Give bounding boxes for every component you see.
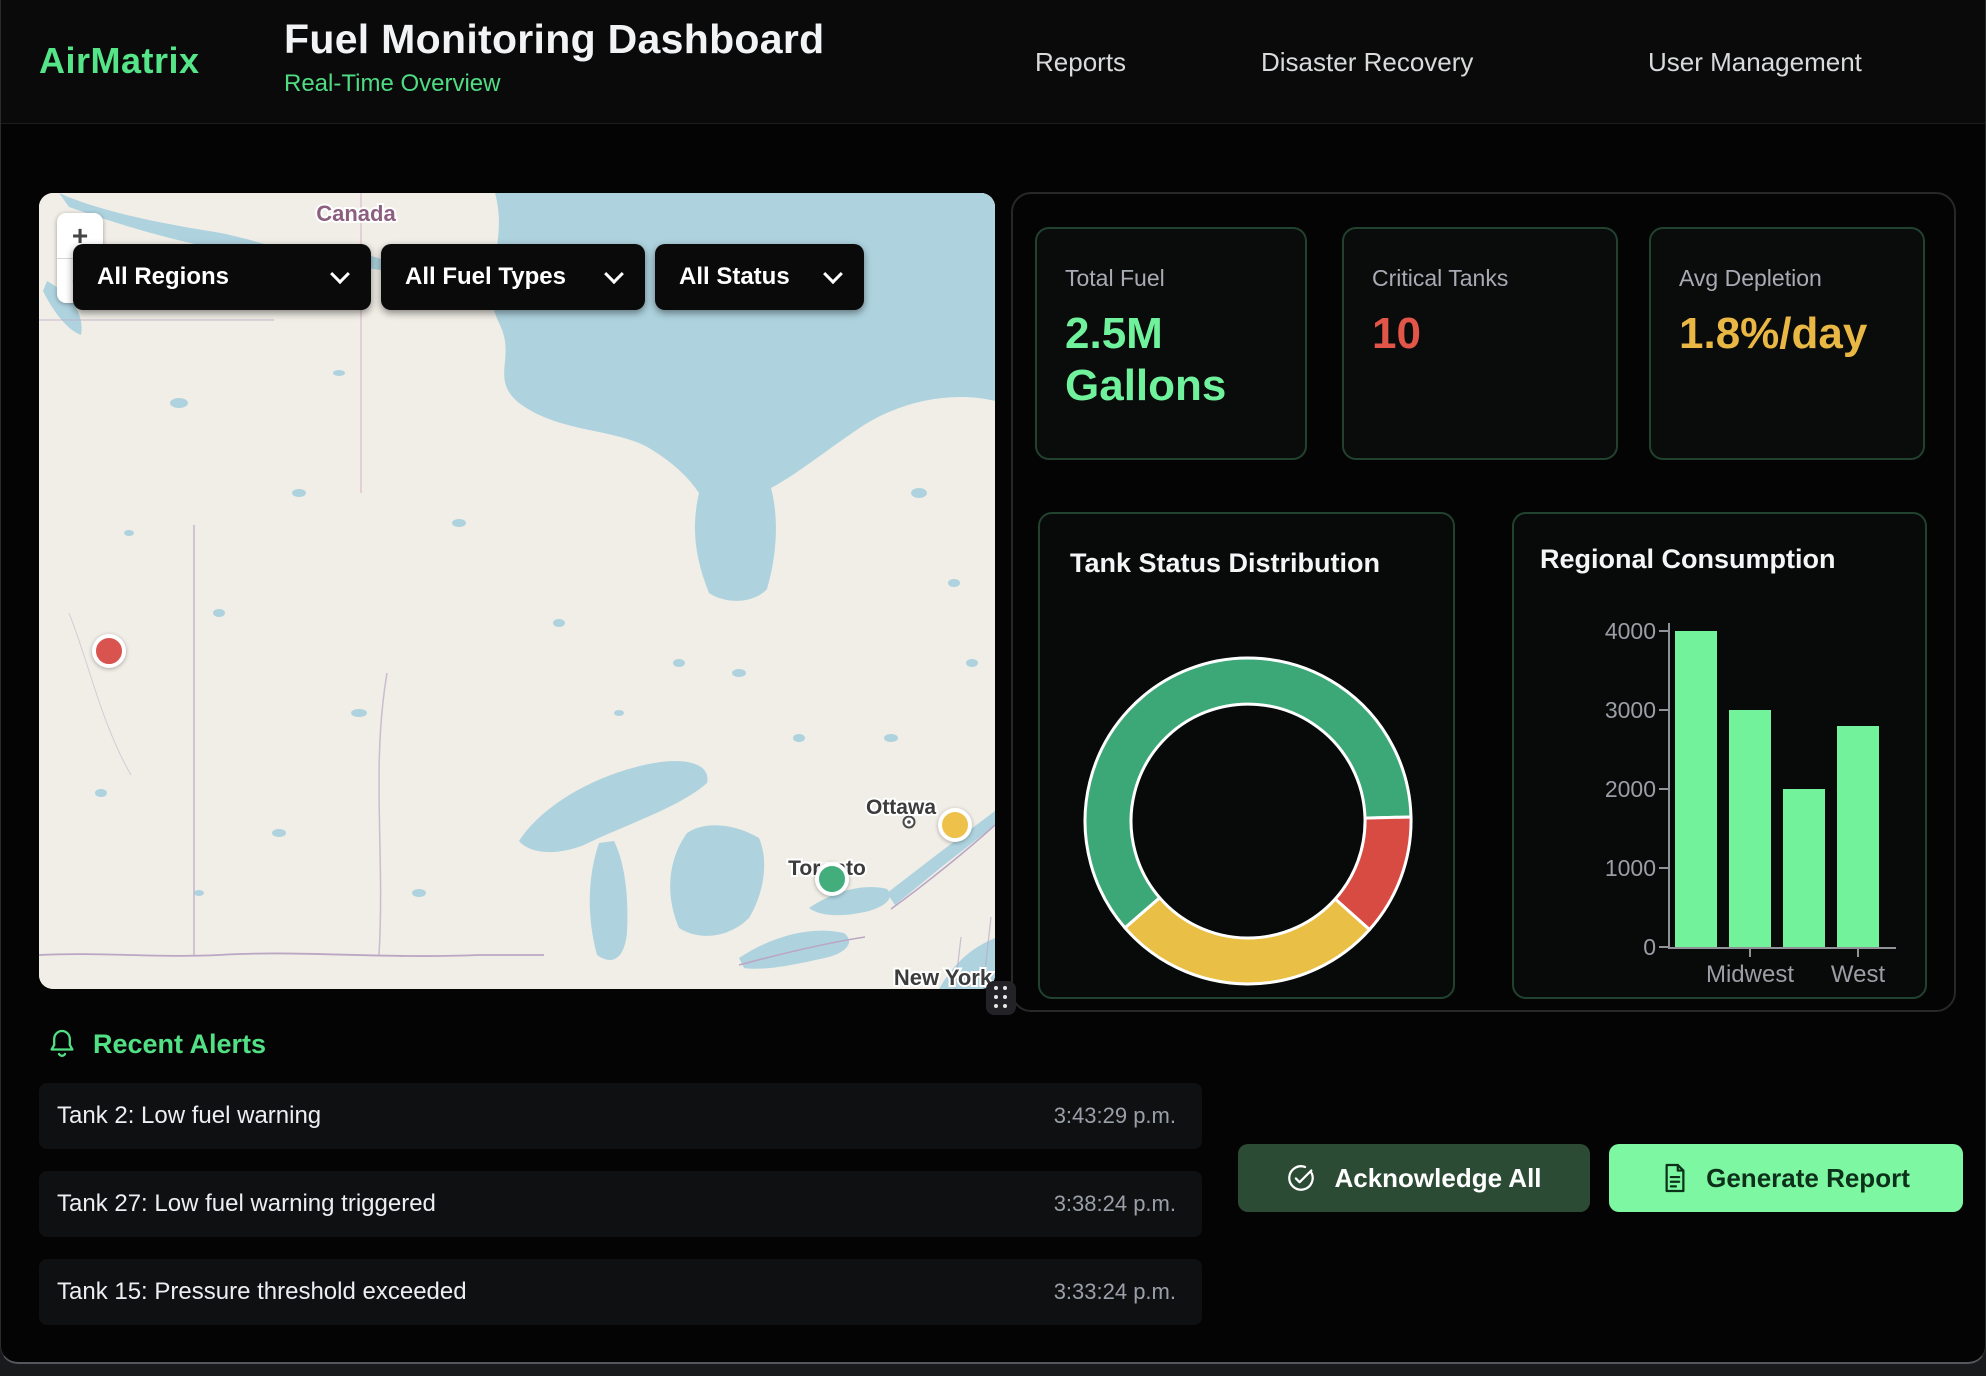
- alerts-heading: Recent Alerts: [93, 1029, 266, 1060]
- bar-chart-title: Regional Consumption: [1540, 544, 1835, 575]
- alert-time: 3:33:24 p.m.: [1054, 1279, 1176, 1305]
- y-tick-mark: [1659, 867, 1668, 869]
- bar-West: [1837, 726, 1879, 947]
- bar-Midwest: [1729, 710, 1771, 947]
- alert-message: Tank 2: Low fuel warning: [57, 1102, 321, 1130]
- country-label-canada: Canada: [316, 201, 396, 226]
- alerts-header: Recent Alerts: [47, 1028, 266, 1060]
- alert-row[interactable]: Tank 15: Pressure threshold exceeded 3:3…: [39, 1259, 1202, 1325]
- alert-row[interactable]: Tank 27: Low fuel warning triggered 3:38…: [39, 1171, 1202, 1237]
- chevron-down-icon: [823, 264, 843, 284]
- regional-consumption-card: Regional Consumption 01000200030004000Mi…: [1512, 512, 1927, 999]
- map-filters: All Regions All Fuel Types All Status: [73, 244, 864, 310]
- alert-time: 3:38:24 p.m.: [1054, 1191, 1176, 1217]
- file-text-icon: [1662, 1163, 1688, 1193]
- tank-marker-warning[interactable]: [938, 808, 972, 842]
- overview-panel: Total Fuel 2.5M Gallons Critical Tanks 1…: [1011, 192, 1956, 1012]
- alert-message: Tank 15: Pressure threshold exceeded: [57, 1278, 467, 1306]
- stat-card-critical-tanks: Critical Tanks 10: [1342, 227, 1618, 460]
- stat-label: Total Fuel: [1065, 265, 1277, 292]
- title-block: Fuel Monitoring Dashboard Real-Time Over…: [284, 16, 824, 98]
- region-filter-value: All Regions: [97, 263, 229, 291]
- stat-label: Avg Depletion: [1679, 265, 1895, 292]
- brand-logo[interactable]: AirMatrix: [39, 40, 200, 82]
- stat-value-avg-depletion: 1.8%/​day: [1679, 308, 1895, 360]
- y-tick-mark: [1659, 709, 1668, 711]
- x-tick-mark: [1857, 949, 1859, 957]
- y-tick-mark: [1659, 788, 1668, 790]
- tank-marker-critical[interactable]: [92, 634, 126, 668]
- generate-report-label: Generate Report: [1706, 1163, 1910, 1194]
- x-axis: [1668, 947, 1896, 949]
- chevron-down-icon: [604, 264, 624, 284]
- bar-series-3: [1783, 789, 1825, 947]
- nav-disaster-recovery[interactable]: Disaster Recovery: [1261, 47, 1473, 78]
- status-filter-value: All Status: [679, 263, 790, 291]
- app-frame: AirMatrix Fuel Monitoring Dashboard Real…: [0, 0, 1986, 1364]
- generate-report-button[interactable]: Generate Report: [1609, 1144, 1963, 1212]
- donut-chart-title: Tank Status Distribution: [1070, 548, 1380, 579]
- nav-reports[interactable]: Reports: [1035, 47, 1126, 78]
- tank-status-donut: [1040, 514, 1457, 1001]
- alert-message: Tank 27: Low fuel warning triggered: [57, 1190, 436, 1218]
- city-label-ottawa: Ottawa: [866, 796, 936, 819]
- tank-marker-normal[interactable]: [815, 862, 849, 896]
- donut-segment-yellow: [1125, 898, 1370, 984]
- alert-row[interactable]: Tank 2: Low fuel warning 3:43:29 p.m.: [39, 1083, 1202, 1149]
- check-circle-icon: [1286, 1163, 1316, 1193]
- chevron-down-icon: [330, 264, 350, 284]
- y-tick-label: 4000: [1572, 618, 1656, 645]
- fuel-type-filter-value: All Fuel Types: [405, 263, 566, 291]
- fuel-type-filter-dropdown[interactable]: All Fuel Types: [381, 244, 645, 310]
- resize-grip-handle[interactable]: [986, 981, 1016, 1015]
- page-subtitle: Real-Time Overview: [284, 70, 824, 98]
- x-tick-label: West: [1788, 961, 1928, 989]
- stat-card-total-fuel: Total Fuel 2.5M Gallons: [1035, 227, 1307, 460]
- y-tick-label: 3000: [1572, 697, 1656, 724]
- acknowledge-all-button[interactable]: Acknowledge All: [1238, 1144, 1590, 1212]
- y-axis: [1668, 623, 1670, 949]
- region-filter-dropdown[interactable]: All Regions: [73, 244, 371, 310]
- bar-series-1: [1675, 631, 1717, 947]
- map-panel[interactable]: Canada Ottawa Toronto New York + − All R…: [39, 193, 995, 989]
- y-tick-label: 0: [1572, 934, 1656, 961]
- stat-value-critical-tanks: 10: [1372, 308, 1588, 360]
- status-filter-dropdown[interactable]: All Status: [655, 244, 864, 310]
- stat-value-total-fuel: 2.5M Gallons: [1065, 308, 1277, 412]
- y-tick-label: 2000: [1572, 776, 1656, 803]
- alert-time: 3:43:29 p.m.: [1054, 1103, 1176, 1129]
- bell-icon: [47, 1028, 77, 1060]
- y-tick-label: 1000: [1572, 855, 1656, 882]
- y-tick-mark: [1659, 946, 1668, 948]
- header: AirMatrix Fuel Monitoring Dashboard Real…: [1, 0, 1985, 124]
- nav-user-management[interactable]: User Management: [1648, 47, 1862, 78]
- map-canvas: Canada Ottawa Toronto New York: [39, 193, 995, 989]
- x-tick-mark: [1749, 949, 1751, 957]
- tank-status-card: Tank Status Distribution: [1038, 512, 1455, 999]
- acknowledge-all-label: Acknowledge All: [1334, 1163, 1541, 1194]
- stat-card-avg-depletion: Avg Depletion 1.8%/​day: [1649, 227, 1925, 460]
- page-title: Fuel Monitoring Dashboard: [284, 16, 824, 63]
- city-label-new-york: New York: [894, 965, 993, 989]
- y-tick-mark: [1659, 630, 1668, 632]
- stat-label: Critical Tanks: [1372, 265, 1588, 292]
